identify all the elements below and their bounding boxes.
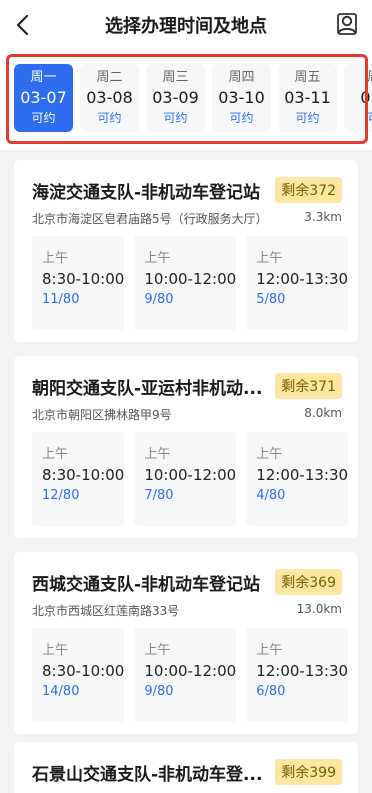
- time-slot[interactable]: 上午 12:00-13:30 5/80: [246, 236, 349, 330]
- time-slot-list: 上午 8:30-10:00 14/80 上午 10:00-12:00 9/80 …: [32, 628, 358, 722]
- slot-period: 上午: [144, 447, 171, 462]
- station-name: 海淀交通支队-非机动车登记站: [32, 182, 261, 203]
- slot-time: 12:00-13:30: [256, 270, 349, 288]
- slot-time: 8:30-10:00: [42, 662, 125, 680]
- address-row: 北京市海淀区皂君庙路5号（行政服务大厅） 3.3km: [32, 210, 342, 228]
- station-address: 北京市海淀区皂君庙路5号（行政服务大厅）: [32, 212, 268, 226]
- station-card[interactable]: 石景山交通支队-非机动车登... 剩余399: [14, 742, 358, 793]
- slot-count: 7/80: [144, 488, 174, 503]
- station-address: 北京市西城区红莲南路33号: [32, 604, 180, 618]
- time-slot[interactable]: 上午 8:30-10:00 11/80: [32, 236, 125, 330]
- station-card-header: 海淀交通支队-非机动车登记站 剩余372: [32, 176, 342, 204]
- user-profile-icon: [337, 13, 357, 35]
- time-slot-list: 上午 8:30-10:00 12/80 上午 10:00-12:00 7/80 …: [32, 432, 358, 526]
- slot-time: 10:00-12:00: [144, 466, 237, 484]
- station-name: 朝阳交通支队-亚运村非机动...: [32, 378, 263, 399]
- station-distance: 13.0km: [296, 602, 342, 616]
- remaining-badge: 剩余371: [275, 373, 342, 399]
- station-card-header: 朝阳交通支队-亚运村非机动... 剩余371: [32, 372, 342, 400]
- station-name: 西城交通支队-非机动车登记站: [32, 574, 261, 595]
- station-card[interactable]: 朝阳交通支队-亚运村非机动... 剩余371 北京市朝阳区拂林路甲9号 8.0k…: [14, 356, 358, 538]
- station-card-header: 石景山交通支队-非机动车登... 剩余399: [32, 758, 342, 786]
- page-title: 选择办理时间及地点: [105, 16, 267, 37]
- station-distance: 3.3km: [304, 210, 342, 224]
- remaining-badge: 剩余372: [275, 177, 342, 203]
- date-selection-highlight: [6, 54, 368, 144]
- address-row: 北京市西城区红莲南路33号 13.0km: [32, 602, 342, 620]
- slot-time: 8:30-10:00: [42, 466, 125, 484]
- station-address: 北京市朝阳区拂林路甲9号: [32, 408, 172, 422]
- slot-period: 上午: [256, 251, 283, 266]
- slot-time: 12:00-13:30: [256, 466, 349, 484]
- time-slot[interactable]: 上午 8:30-10:00 12/80: [32, 432, 125, 526]
- time-slot[interactable]: 上午 10:00-12:00 7/80: [134, 432, 237, 526]
- slot-count: 4/80: [256, 488, 286, 503]
- slot-period: 上午: [144, 251, 171, 266]
- slot-period: 上午: [256, 447, 283, 462]
- station-card-header: 西城交通支队-非机动车登记站 剩余369: [32, 568, 342, 596]
- slot-count: 9/80: [144, 292, 174, 307]
- slot-period: 上午: [144, 643, 171, 658]
- slot-period: 上午: [42, 643, 69, 658]
- address-row: 北京市朝阳区拂林路甲9号 8.0km: [32, 406, 342, 424]
- slot-period: 上午: [42, 447, 69, 462]
- slot-count: 9/80: [144, 684, 174, 699]
- remaining-badge: 剩余399: [275, 759, 342, 785]
- station-card[interactable]: 海淀交通支队-非机动车登记站 剩余372 北京市海淀区皂君庙路5号（行政服务大厅…: [14, 160, 358, 342]
- time-slot-list: 上午 8:30-10:00 11/80 上午 10:00-12:00 9/80 …: [32, 236, 358, 330]
- station-distance: 8.0km: [304, 406, 342, 420]
- time-slot[interactable]: 上午 12:00-13:30 6/80: [246, 628, 349, 722]
- slot-count: 14/80: [42, 684, 80, 699]
- date-selector-bar: 周一 03-07 可约 周二 03-08 可约 周三 03-09 可约 周四 0…: [0, 50, 372, 150]
- time-slot[interactable]: 上午 10:00-12:00 9/80: [134, 236, 237, 330]
- slot-time: 10:00-12:00: [144, 662, 237, 680]
- slot-time: 12:00-13:30: [256, 662, 349, 680]
- slot-count: 12/80: [42, 488, 80, 503]
- back-button[interactable]: [10, 12, 34, 38]
- chevron-left-icon: [16, 14, 29, 36]
- slot-count: 6/80: [256, 684, 286, 699]
- user-profile-button[interactable]: [336, 12, 358, 36]
- slot-count: 11/80: [42, 292, 80, 307]
- time-slot[interactable]: 上午 10:00-12:00 9/80: [134, 628, 237, 722]
- remaining-badge: 剩余369: [275, 569, 342, 595]
- station-name: 石景山交通支队-非机动车登...: [32, 764, 263, 785]
- time-slot[interactable]: 上午 8:30-10:00 14/80: [32, 628, 125, 722]
- header-bar: 选择办理时间及地点: [0, 0, 372, 50]
- slot-time: 8:30-10:00: [42, 270, 125, 288]
- slot-period: 上午: [42, 251, 69, 266]
- slot-count: 5/80: [256, 292, 286, 307]
- time-slot[interactable]: 上午 12:00-13:30 4/80: [246, 432, 349, 526]
- slot-period: 上午: [256, 643, 283, 658]
- date-chip-status: 可: [367, 109, 372, 127]
- station-card[interactable]: 西城交通支队-非机动车登记站 剩余369 北京市西城区红莲南路33号 13.0k…: [14, 552, 358, 734]
- slot-time: 10:00-12:00: [144, 270, 237, 288]
